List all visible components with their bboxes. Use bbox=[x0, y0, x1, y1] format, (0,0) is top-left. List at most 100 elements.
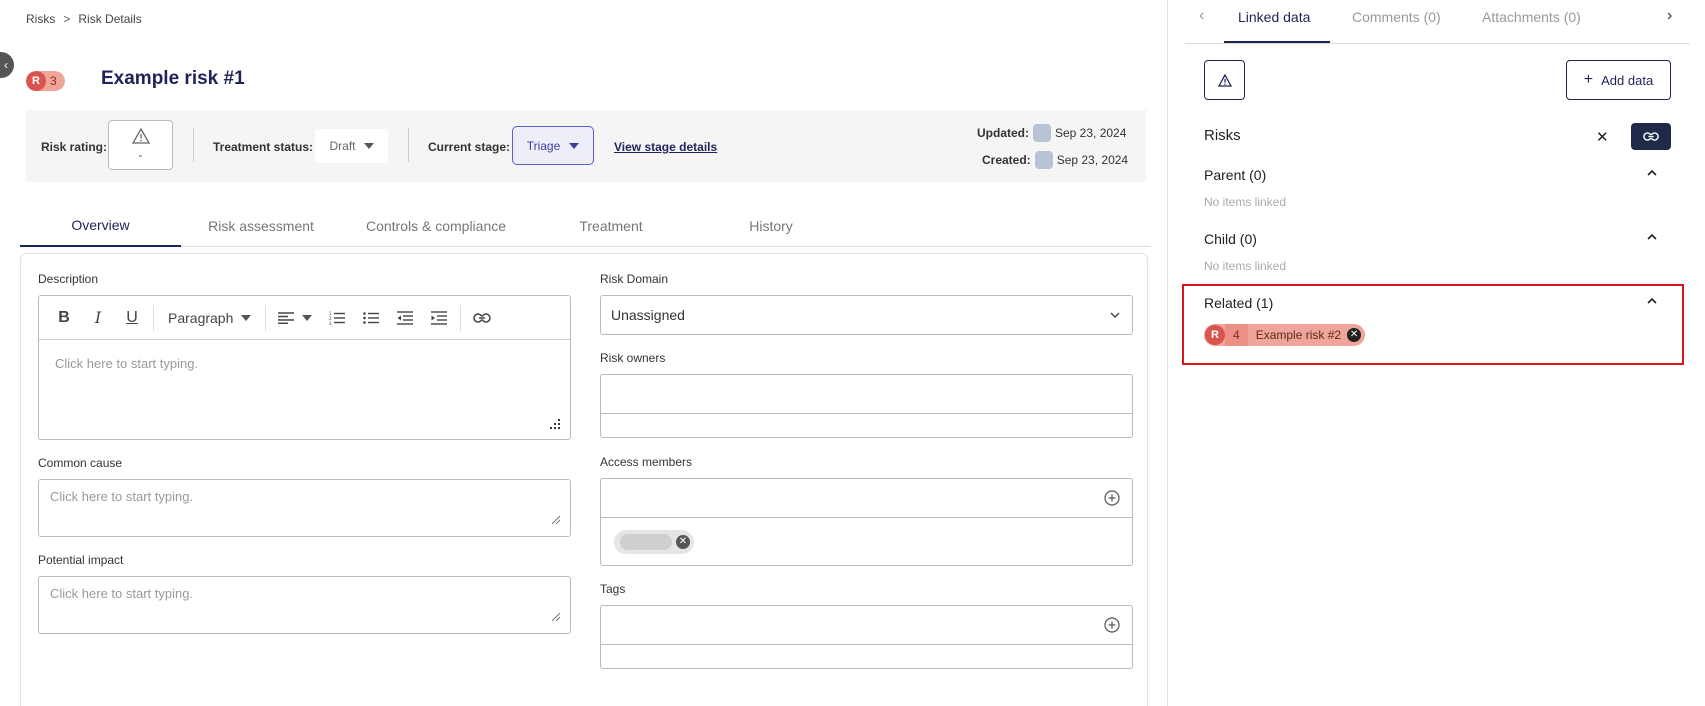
italic-icon[interactable]: I bbox=[81, 303, 115, 333]
created-row: Created: Sep 23, 2024 bbox=[982, 151, 1128, 169]
risk-owners-label: Risk owners bbox=[600, 351, 666, 365]
chevron-up-icon[interactable] bbox=[1647, 170, 1657, 176]
access-members-label: Access members bbox=[600, 455, 693, 469]
description-label: Description bbox=[38, 272, 99, 286]
avatar bbox=[1033, 124, 1051, 142]
bullet-list-icon[interactable] bbox=[354, 303, 388, 333]
remove-member-close-icon[interactable]: ✕ bbox=[676, 535, 690, 549]
tab-risk-assessment[interactable]: Risk assessment bbox=[181, 205, 341, 247]
plus-circle-icon[interactable] bbox=[1104, 617, 1120, 633]
current-stage-label: Current stage: bbox=[428, 140, 511, 154]
tab-linked-data[interactable]: Linked data bbox=[1238, 9, 1310, 25]
related-risk-chip[interactable]: R 4 Example risk #2 ✕ bbox=[1204, 324, 1366, 346]
align-left-icon bbox=[278, 311, 295, 324]
link-icon[interactable] bbox=[465, 303, 499, 333]
align-dropdown[interactable] bbox=[270, 311, 320, 324]
toolbar-divider bbox=[153, 304, 154, 331]
treatment-status-dropdown[interactable]: Draft bbox=[315, 129, 388, 163]
paragraph-dropdown[interactable]: Paragraph bbox=[158, 310, 261, 326]
risk-owners-list bbox=[600, 413, 1133, 438]
related-risk-name: Example risk #2 bbox=[1255, 328, 1342, 342]
tab-controls-compliance[interactable]: Controls & compliance bbox=[341, 205, 531, 247]
remove-related-close-icon[interactable]: ✕ bbox=[1347, 328, 1362, 342]
risk-filter-button[interactable] bbox=[1204, 60, 1245, 100]
updated-row: Updated: Sep 23, 2024 bbox=[977, 124, 1126, 142]
add-data-button[interactable]: + Add data bbox=[1566, 60, 1671, 100]
potential-impact-placeholder: Click here to start typing. bbox=[50, 586, 194, 601]
child-section-label: Child (0) bbox=[1204, 231, 1257, 247]
caret-down-icon bbox=[363, 143, 374, 149]
plus-icon: + bbox=[1583, 71, 1594, 88]
current-stage-value: Triage bbox=[526, 138, 561, 153]
divider bbox=[408, 128, 409, 162]
tab-overview[interactable]: Overview bbox=[20, 205, 181, 247]
main-tabs: Overview Risk assessment Controls & comp… bbox=[20, 205, 1151, 247]
tab-comments[interactable]: Comments (0) bbox=[1352, 9, 1441, 25]
risk-rating-button[interactable]: - bbox=[108, 120, 173, 170]
plus-circle-icon[interactable] bbox=[1104, 490, 1120, 506]
risk-badge-letter: R bbox=[26, 71, 46, 91]
risk-rating-value: - bbox=[138, 148, 143, 162]
svg-text:3: 3 bbox=[329, 321, 332, 325]
breadcrumb: Risks > Risk Details bbox=[26, 12, 142, 26]
add-data-label: Add data bbox=[1601, 72, 1654, 88]
current-stage-dropdown[interactable]: Triage bbox=[512, 126, 594, 165]
chevron-right-icon[interactable]: › bbox=[1667, 7, 1672, 25]
risk-domain-select[interactable]: Unassigned bbox=[600, 295, 1133, 335]
chevron-up-icon[interactable] bbox=[1647, 298, 1657, 304]
collapse-sidebar-button[interactable]: ‹ bbox=[0, 52, 14, 78]
potential-impact-field[interactable]: Click here to start typing. bbox=[38, 576, 571, 634]
risk-domain-value: Unassigned bbox=[611, 307, 685, 323]
member-chip: ✕ bbox=[614, 530, 694, 554]
toolbar-divider bbox=[265, 304, 267, 331]
description-placeholder[interactable]: Click here to start typing. bbox=[55, 356, 198, 371]
link-icon bbox=[1643, 132, 1659, 141]
created-label: Created: bbox=[982, 153, 1031, 167]
resize-handle-icon[interactable] bbox=[552, 613, 560, 621]
related-risk-letter: R bbox=[1205, 325, 1225, 345]
warning-triangle-icon bbox=[1217, 73, 1232, 87]
chevron-down-icon bbox=[1110, 312, 1120, 318]
outdent-icon[interactable] bbox=[388, 303, 422, 333]
common-cause-label: Common cause bbox=[38, 456, 123, 470]
chevron-left-icon[interactable]: ‹ bbox=[1199, 7, 1204, 25]
child-empty-text: No items linked bbox=[1204, 259, 1287, 273]
tags-input[interactable] bbox=[600, 605, 1133, 645]
risk-rating-label: Risk rating: bbox=[41, 140, 108, 154]
description-editor: B I U Paragraph 123 Click here to start … bbox=[38, 295, 571, 440]
indent-icon[interactable] bbox=[422, 303, 456, 333]
divider bbox=[193, 128, 194, 162]
updated-date: Sep 23, 2024 bbox=[1055, 126, 1127, 140]
risk-domain-label: Risk Domain bbox=[600, 272, 669, 286]
panel-divider bbox=[1167, 0, 1168, 706]
underline-icon[interactable]: U bbox=[115, 303, 149, 333]
common-cause-placeholder: Click here to start typing. bbox=[50, 489, 194, 504]
paragraph-label: Paragraph bbox=[168, 309, 234, 326]
chevron-up-icon[interactable] bbox=[1647, 234, 1657, 240]
access-members-list: ✕ bbox=[600, 517, 1133, 566]
right-panel-tabs: ‹ Linked data Comments (0) Attachments (… bbox=[1185, 0, 1690, 44]
warning-triangle-icon bbox=[131, 128, 150, 144]
breadcrumb-separator: > bbox=[63, 12, 71, 26]
tab-treatment[interactable]: Treatment bbox=[531, 205, 691, 247]
caret-down-icon bbox=[302, 314, 313, 321]
related-risk-count: 4 bbox=[1225, 324, 1248, 346]
close-icon[interactable]: ✕ bbox=[1596, 128, 1609, 146]
parent-section-label: Parent (0) bbox=[1204, 167, 1267, 183]
related-section-label: Related (1) bbox=[1204, 295, 1274, 311]
access-members-input[interactable] bbox=[600, 478, 1133, 518]
caret-down-icon bbox=[569, 142, 580, 149]
view-stage-details-link[interactable]: View stage details bbox=[614, 140, 717, 154]
resize-handle-icon[interactable] bbox=[552, 516, 560, 524]
tab-attachments[interactable]: Attachments (0) bbox=[1482, 9, 1581, 25]
bold-icon[interactable]: B bbox=[47, 303, 81, 333]
common-cause-field[interactable]: Click here to start typing. bbox=[38, 479, 571, 537]
tab-history[interactable]: History bbox=[691, 205, 851, 247]
risk-owners-input[interactable] bbox=[600, 374, 1133, 414]
ordered-list-icon[interactable]: 123 bbox=[320, 303, 354, 333]
breadcrumb-risks-link[interactable]: Risks bbox=[26, 12, 55, 26]
link-risk-button[interactable] bbox=[1631, 123, 1671, 150]
resize-handle-icon[interactable] bbox=[550, 419, 560, 429]
member-chip-name bbox=[620, 534, 672, 550]
risks-section-title: Risks bbox=[1204, 127, 1241, 144]
